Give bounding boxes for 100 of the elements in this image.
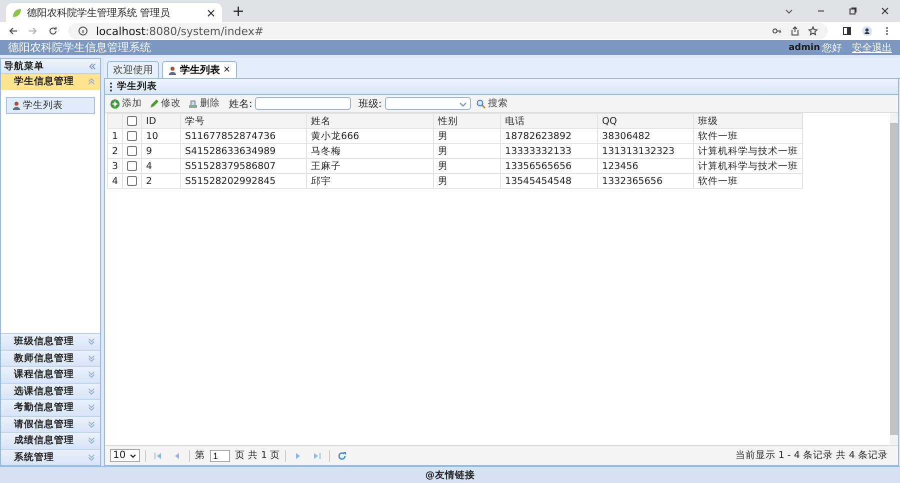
close-tab-button[interactable]: × <box>223 65 231 75</box>
class-label: 班级: <box>358 98 382 110</box>
table-cell: S51528202992845 <box>180 174 307 188</box>
reload-icon[interactable] <box>48 26 58 36</box>
accordion-header[interactable]: 考勤信息管理 <box>1 399 100 416</box>
restore-icon[interactable] <box>848 6 858 16</box>
table-cell: 2 <box>142 174 181 188</box>
close-tab-button[interactable]: × <box>206 6 216 20</box>
close-icon[interactable] <box>880 6 890 16</box>
scrollbar[interactable] <box>890 113 898 445</box>
row-number: 2 <box>108 144 123 158</box>
name-input[interactable] <box>255 97 352 110</box>
accordion-header[interactable]: 选课信息管理 <box>1 382 100 399</box>
table-cell: 18782623892 <box>500 128 598 144</box>
table-cell: 13545454548 <box>500 174 598 188</box>
accordion-header[interactable]: 教师信息管理 <box>1 350 100 366</box>
friendly-links[interactable]: @友情链接 <box>425 468 475 482</box>
table-cell: 马冬梅 <box>306 144 434 158</box>
table-cell: 男 <box>434 174 501 188</box>
star-icon[interactable] <box>808 26 818 36</box>
accordion-header[interactable]: 成绩信息管理 <box>1 432 100 448</box>
back-arrow-icon[interactable] <box>8 26 18 36</box>
tab[interactable]: 欢迎使用 <box>107 61 159 78</box>
chevron-down-icon <box>129 452 137 460</box>
browser-tab[interactable]: 德阳农科院学生管理系统 管理员 × <box>6 3 222 22</box>
search-icon <box>476 98 486 108</box>
accordion-header[interactable]: 课程信息管理 <box>1 366 100 382</box>
edit-button[interactable]: 修改 <box>147 97 183 110</box>
forward-arrow-icon[interactable] <box>28 26 38 36</box>
checkbox[interactable] <box>127 161 138 171</box>
table-cell: 9 <box>142 144 181 158</box>
table-cell: 软件一班 <box>694 128 803 144</box>
pencil-icon <box>149 98 159 108</box>
table-cell: 10 <box>142 128 181 144</box>
accordion-header[interactable]: 请假信息管理 <box>1 416 100 432</box>
greeting-text: 您好 <box>822 42 842 54</box>
column-header[interactable]: 班级 <box>694 114 803 128</box>
row-number: 3 <box>108 158 123 174</box>
delete-button[interactable]: 删除 <box>186 97 222 110</box>
new-tab-button[interactable]: + <box>232 2 245 20</box>
page-size-select[interactable]: 10 <box>110 449 140 462</box>
checkbox[interactable] <box>127 131 138 141</box>
table-cell: 计算机科学与技术一班 <box>694 158 803 174</box>
username: admin <box>788 42 820 52</box>
double-chevron-down-icon <box>87 354 96 363</box>
page-count-text: 页 共 1 页 <box>235 449 280 462</box>
accordion-header[interactable]: 班级信息管理 <box>1 333 100 350</box>
panel-title: 学生列表 <box>117 80 157 93</box>
accordion-header[interactable]: 学生信息管理 <box>1 73 100 90</box>
column-header[interactable]: 电话 <box>500 114 598 128</box>
table-cell: 123456 <box>598 158 694 174</box>
sidebar-title: 导航菜单 <box>4 60 44 72</box>
browser-tab-title: 德阳农科院学生管理系统 管理员 <box>27 6 172 20</box>
column-header[interactable]: 性别 <box>434 114 501 128</box>
column-header[interactable]: QQ <box>598 114 694 128</box>
double-chevron-down-icon <box>87 403 96 412</box>
checkbox[interactable] <box>127 176 138 186</box>
column-header[interactable]: ID <box>142 114 181 128</box>
share-icon[interactable] <box>790 26 800 36</box>
accordion-header[interactable]: 系统管理 <box>1 448 100 465</box>
table-cell: 131313132323 <box>598 144 694 158</box>
row-number: 4 <box>108 174 123 188</box>
leaf-icon <box>12 8 22 18</box>
column-header[interactable]: 姓名 <box>306 114 434 128</box>
vertical-dots-icon <box>109 82 113 92</box>
checkbox[interactable] <box>127 116 138 126</box>
double-chevron-down-icon <box>87 386 96 396</box>
add-button[interactable]: 添加 <box>108 97 144 110</box>
user-icon <box>12 100 21 110</box>
refresh-icon[interactable] <box>337 450 348 460</box>
name-label: 姓名: <box>229 98 252 110</box>
user-icon <box>168 66 177 74</box>
double-chevron-down-icon <box>87 420 96 429</box>
column-header[interactable]: 学号 <box>180 114 307 128</box>
table-cell: 男 <box>434 144 501 158</box>
double-chevron-left-icon[interactable] <box>88 62 97 70</box>
tray-icon <box>188 98 198 108</box>
table-cell: 王麻子 <box>306 158 434 174</box>
search-button[interactable]: 搜索 <box>474 97 510 110</box>
double-chevron-down-icon <box>87 370 96 380</box>
app-title: 德阳农科院学生信息管理系统 <box>8 40 151 55</box>
table-cell: 13333332133 <box>500 144 598 158</box>
table-cell: 男 <box>434 128 501 144</box>
key-icon[interactable] <box>772 26 782 36</box>
table-cell: S41528633634989 <box>180 144 307 158</box>
info-icon <box>78 26 88 36</box>
sidebar-item[interactable]: 学生列表 <box>6 96 95 114</box>
table-cell: 1332365656 <box>598 174 694 188</box>
table-cell: 13356565656 <box>500 158 598 174</box>
double-chevron-down-icon <box>87 337 96 346</box>
tab[interactable]: 学生列表 × <box>162 61 237 78</box>
double-chevron-down-icon <box>87 436 96 446</box>
plus-circle-icon <box>110 98 120 108</box>
address-bar[interactable]: localhost:8080/system/index# <box>68 23 828 39</box>
sidebar-icon[interactable] <box>842 26 852 36</box>
checkbox[interactable] <box>127 146 138 156</box>
profile-avatar-icon[interactable] <box>862 26 872 36</box>
page-number-input[interactable]: 1 <box>210 450 230 462</box>
table-cell: 邱宇 <box>306 174 434 188</box>
table-cell: S11677852874736 <box>180 128 307 144</box>
